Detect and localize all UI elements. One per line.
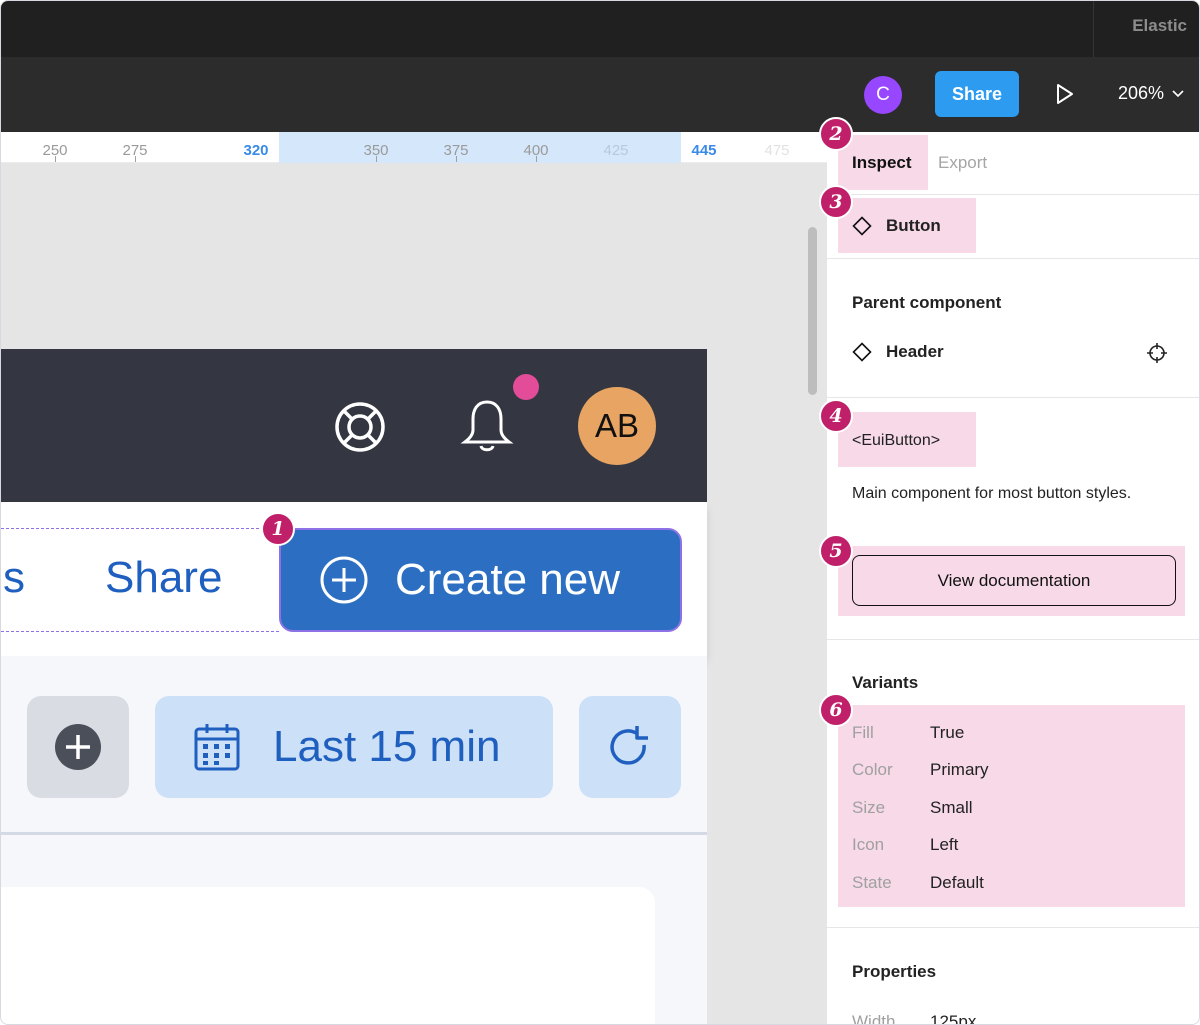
content-card [1, 887, 655, 1024]
parent-component-name: Header [886, 342, 944, 361]
ruler-tickmark [135, 156, 136, 162]
variant-value: Default [930, 873, 984, 892]
ruler-tickmark [55, 156, 56, 162]
refresh-button[interactable] [579, 696, 681, 798]
annotation-badge: 4 [819, 399, 853, 433]
variant-value: Left [930, 835, 959, 854]
ruler-tickmark [376, 156, 377, 162]
ruler-tick: 425 [603, 142, 629, 159]
variant-key: State [852, 873, 892, 892]
panel-divider [827, 927, 1199, 928]
variant-value: Small [930, 798, 973, 817]
view-documentation-button[interactable]: View documentation [852, 555, 1176, 606]
panel-divider [827, 397, 1199, 398]
notification-dot [513, 374, 539, 400]
parent-component-title: Parent component [852, 293, 1002, 312]
panel-divider [827, 258, 1199, 259]
variant-key: Size [852, 798, 886, 817]
share-link[interactable]: Share [105, 553, 222, 603]
plus-circle-icon [320, 556, 368, 604]
panel-divider [827, 194, 1199, 195]
ruler-tick-selection-end: 445 [691, 142, 717, 159]
annotation-badge: 5 [819, 534, 853, 568]
annotation-badge: 1 [261, 512, 295, 546]
ruler-tickmark [456, 156, 457, 162]
panel-divider [827, 639, 1199, 640]
annotation-badge: 2 [819, 117, 853, 151]
refresh-icon [610, 726, 648, 765]
create-new-button[interactable]: Create new [279, 528, 682, 632]
component-row: Button [852, 216, 941, 236]
calendar-icon [194, 724, 240, 771]
variants-title: Variants [852, 673, 919, 692]
property-key: Width [852, 1012, 896, 1025]
tab-export[interactable]: Export [938, 153, 987, 173]
app-name: Elastic [1132, 16, 1187, 35]
component-description: Main component for most button styles. [852, 485, 1132, 502]
partial-link[interactable]: s [3, 553, 25, 603]
help-lifebuoy-icon[interactable] [333, 400, 387, 454]
play-icon[interactable] [1055, 83, 1075, 105]
component-code-name: <EuiButton> [852, 432, 941, 449]
variant-value: Primary [930, 760, 989, 779]
component-diamond-icon [852, 342, 872, 362]
property-value: 125px [930, 1012, 977, 1025]
component-diamond-icon [852, 216, 872, 236]
ruler-tickmark [536, 156, 537, 162]
add-button[interactable] [27, 696, 129, 798]
date-picker-label: Last 15 min [273, 722, 501, 771]
zoom-level: 206% [1118, 83, 1165, 103]
plus-filled-icon [55, 724, 101, 770]
bell-icon[interactable] [460, 397, 514, 455]
ruler-tick-selection-start: 320 [243, 142, 269, 159]
date-picker-button[interactable]: Last 15 min [155, 696, 553, 798]
annotation-badge: 3 [819, 185, 853, 219]
zoom-dropdown[interactable]: 206% [1118, 83, 1184, 104]
variant-key: Icon [852, 835, 885, 854]
variant-key: Color [852, 760, 893, 779]
toolbar [1, 57, 1199, 132]
horizontal-ruler: 250 275 320 350 375 400 425 445 475 [1, 132, 827, 163]
body-divider [1, 832, 707, 835]
title-bar: Elastic [1, 1, 1199, 57]
user-avatar[interactable]: C [864, 76, 902, 114]
component-name: Button [886, 216, 941, 235]
ruler-tick: 475 [764, 142, 790, 159]
create-new-label: Create new [395, 555, 621, 604]
annotation-badge: 6 [819, 693, 853, 727]
crosshair-icon[interactable] [1146, 342, 1168, 364]
tab-divider [1093, 1, 1094, 57]
properties-title: Properties [852, 962, 937, 981]
tab-inspect[interactable]: Inspect [852, 153, 912, 173]
variant-key: Fill [852, 723, 874, 742]
variant-value: True [930, 723, 965, 742]
user-avatar-ab[interactable]: AB [578, 387, 656, 465]
design-tool-window: Elastic C Share 206% 250 275 320 350 375… [0, 0, 1200, 1025]
chevron-down-icon [1172, 89, 1184, 97]
canvas-scrollbar[interactable] [808, 227, 817, 395]
share-button[interactable]: Share [935, 71, 1019, 117]
parent-component-row[interactable]: Header [852, 342, 944, 362]
